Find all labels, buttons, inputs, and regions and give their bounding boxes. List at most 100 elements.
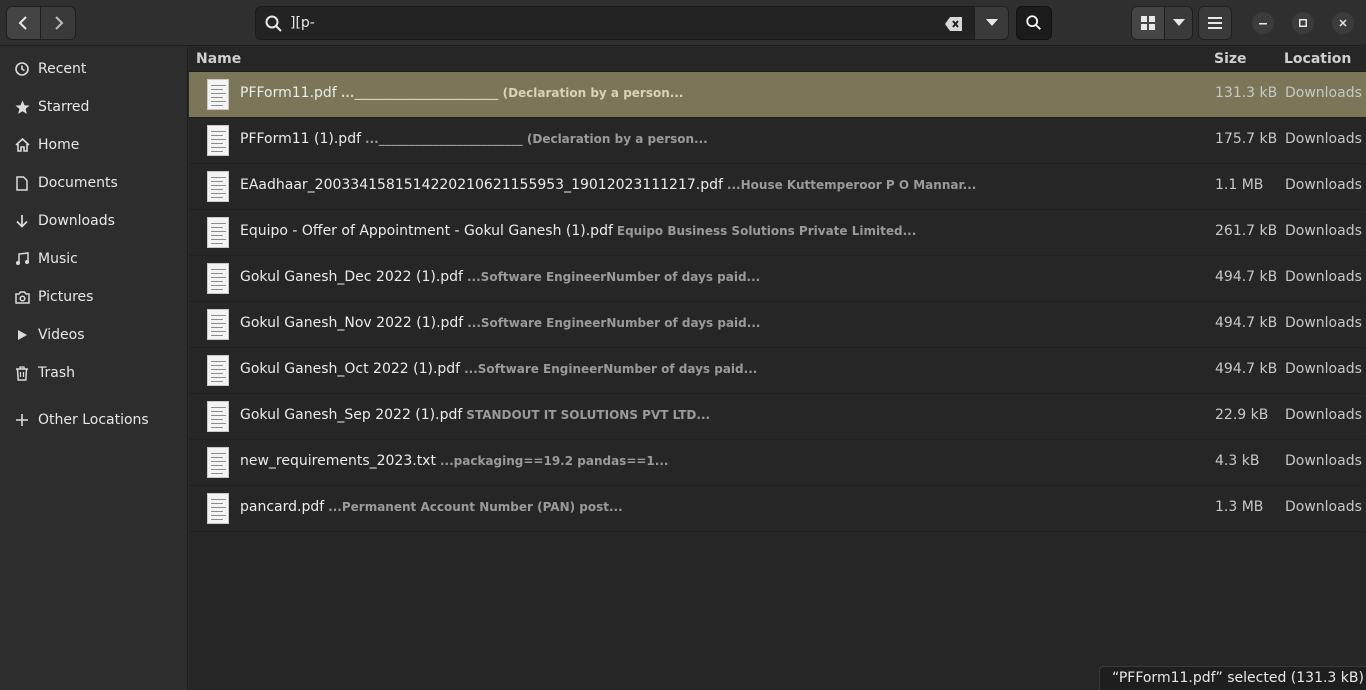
clear-search-icon[interactable] <box>944 15 964 33</box>
chevron-left-icon <box>18 16 27 30</box>
file-name: new_requirements_2023.txt <box>240 453 436 469</box>
file-thumbnail-icon <box>207 171 229 202</box>
sidebar-item-home[interactable]: Home <box>0 126 188 164</box>
close-icon <box>1339 19 1347 27</box>
file-content-snippet: ...Software EngineerNumber of days paid.… <box>467 316 761 330</box>
file-location: Downloads <box>1285 453 1362 469</box>
file-name: PFForm11 (1).pdf <box>240 131 362 147</box>
search-input[interactable]: ][p- <box>290 15 315 31</box>
maximize-icon <box>1299 19 1307 27</box>
file-thumbnail-icon <box>207 401 229 432</box>
sidebar-item-starred[interactable]: Starred <box>0 88 188 126</box>
file-row[interactable]: PFForm11.pdf ...________________________ … <box>189 72 1366 118</box>
file-name: Equipo - Offer of Appointment - Gokul Ga… <box>240 223 613 239</box>
file-thumbnail-icon <box>207 447 229 478</box>
sidebar-item-label: Recent <box>38 61 87 77</box>
sidebar-item-documents[interactable]: Documents <box>0 164 188 202</box>
chevron-down-icon <box>1172 19 1185 26</box>
file-size: 261.7 kB <box>1215 223 1278 239</box>
file-thumbnail-icon <box>207 125 229 156</box>
sidebar-item-other-locations[interactable]: Other Locations <box>0 401 188 439</box>
view-switcher <box>1131 6 1193 40</box>
column-name-header[interactable]: Name <box>196 51 241 67</box>
file-size: 1.3 MB <box>1215 499 1264 515</box>
file-row[interactable]: pancard.pdf ...Permanent Account Number (… <box>189 486 1366 532</box>
navigation-buttons <box>6 6 76 40</box>
file-name-cell: new_requirements_2023.txt ...packaging==1… <box>240 453 668 469</box>
forward-button[interactable] <box>41 6 76 40</box>
file-name: pancard.pdf <box>240 499 325 515</box>
file-size: 4.3 kB <box>1215 453 1260 469</box>
file-row[interactable]: Equipo - Offer of Appointment - Gokul Ga… <box>189 210 1366 256</box>
sidebar-item-recent[interactable]: Recent <box>0 50 188 88</box>
file-row[interactable]: Gokul Ganesh_Nov 2022 (1).pdf ...Software… <box>189 302 1366 348</box>
plus-icon <box>14 412 30 428</box>
file-row[interactable]: PFForm11 (1).pdf ..._____________________… <box>189 118 1366 164</box>
file-content-snippet: ...Software EngineerNumber of days paid.… <box>464 362 758 376</box>
maximize-button[interactable] <box>1292 12 1314 34</box>
grid-icon <box>1141 16 1155 30</box>
main-menu-button[interactable] <box>1198 6 1232 40</box>
sidebar-item-music[interactable]: Music <box>0 240 188 278</box>
sidebar-item-label: Pictures <box>38 289 94 305</box>
sidebar-item-label: Downloads <box>38 213 115 229</box>
home-icon <box>14 137 30 153</box>
file-location: Downloads <box>1285 499 1362 515</box>
camera-icon <box>14 289 30 305</box>
file-name-cell: pancard.pdf ...Permanent Account Number (… <box>240 499 623 515</box>
sidebar-item-trash[interactable]: Trash <box>0 354 188 392</box>
sidebar-item-pictures[interactable]: Pictures <box>0 278 188 316</box>
file-name: Gokul Ganesh_Oct 2022 (1).pdf <box>240 361 461 377</box>
view-options-button[interactable] <box>1165 6 1193 40</box>
minimize-icon <box>1259 23 1267 25</box>
minimize-button[interactable] <box>1252 12 1274 34</box>
file-content-snippet: ...packaging==19.2 pandas==1... <box>439 454 669 468</box>
download-icon <box>14 213 30 229</box>
file-row[interactable]: Gokul Ganesh_Oct 2022 (1).pdf ...Software… <box>189 348 1366 394</box>
file-row[interactable]: Gokul Ganesh_Dec 2022 (1).pdf ...Software… <box>189 256 1366 302</box>
grid-view-button[interactable] <box>1131 6 1165 40</box>
file-location: Downloads <box>1285 315 1362 331</box>
sidebar-item-label: Home <box>38 137 80 153</box>
sidebar-item-label: Music <box>38 251 78 267</box>
close-button[interactable] <box>1332 12 1354 34</box>
file-thumbnail-icon <box>207 217 229 248</box>
column-location-header[interactable]: Location <box>1284 51 1351 67</box>
sidebar-item-downloads[interactable]: Downloads <box>0 202 188 240</box>
status-bar: “PFForm11.pdf” selected (131.3 kB) <box>1099 666 1366 690</box>
sidebar: Recent Starred Home Documents Downloads … <box>0 47 188 690</box>
file-name-cell: PFForm11 (1).pdf ..._____________________… <box>240 131 708 147</box>
search-toggle-button[interactable] <box>1016 6 1052 40</box>
search-options-button[interactable] <box>974 6 1009 40</box>
chevron-right-icon <box>55 16 64 30</box>
file-content-snippet: ...Software EngineerNumber of days paid.… <box>467 270 761 284</box>
file-name-cell: Gokul Ganesh_Nov 2022 (1).pdf ...Software… <box>240 315 760 331</box>
file-name-cell: Gokul Ganesh_Dec 2022 (1).pdf ...Software… <box>240 269 760 285</box>
back-button[interactable] <box>6 6 41 40</box>
file-name-cell: Gokul Ganesh_Oct 2022 (1).pdf ...Software… <box>240 361 757 377</box>
file-thumbnail-icon <box>207 263 229 294</box>
sidebar-item-label: Other Locations <box>38 412 149 428</box>
file-row[interactable]: new_requirements_2023.txt ...packaging==1… <box>189 440 1366 486</box>
file-row[interactable]: Gokul Ganesh_Sep 2022 (1).pdf STANDOUT IT… <box>189 394 1366 440</box>
file-name-cell: Gokul Ganesh_Sep 2022 (1).pdf STANDOUT IT… <box>240 407 710 423</box>
file-content-snippet: ...________________________ (Declaration… <box>365 132 708 146</box>
column-size-header[interactable]: Size <box>1214 51 1247 67</box>
file-name: Gokul Ganesh_Nov 2022 (1).pdf <box>240 315 464 331</box>
sidebar-item-videos[interactable]: Videos <box>0 316 188 354</box>
file-size: 494.7 kB <box>1215 361 1278 377</box>
file-content-snippet: STANDOUT IT SOLUTIONS PVT LTD... <box>466 408 711 422</box>
file-name-cell: PFForm11.pdf ...________________________ … <box>240 85 683 101</box>
search-field[interactable]: ][p- <box>255 6 1009 40</box>
file-location: Downloads <box>1285 407 1362 423</box>
file-location: Downloads <box>1285 361 1362 377</box>
chevron-down-icon <box>985 19 998 26</box>
file-size: 22.9 kB <box>1215 407 1269 423</box>
search-icon <box>265 15 282 32</box>
file-size: 494.7 kB <box>1215 269 1278 285</box>
file-row[interactable]: EAadhaar_2003341581514220210621155953_19… <box>189 164 1366 210</box>
trash-icon <box>14 365 30 381</box>
header-bar: ][p- <box>0 0 1366 46</box>
file-thumbnail-icon <box>207 493 229 524</box>
file-content-snippet: ...________________________ (Declaration… <box>340 86 684 100</box>
